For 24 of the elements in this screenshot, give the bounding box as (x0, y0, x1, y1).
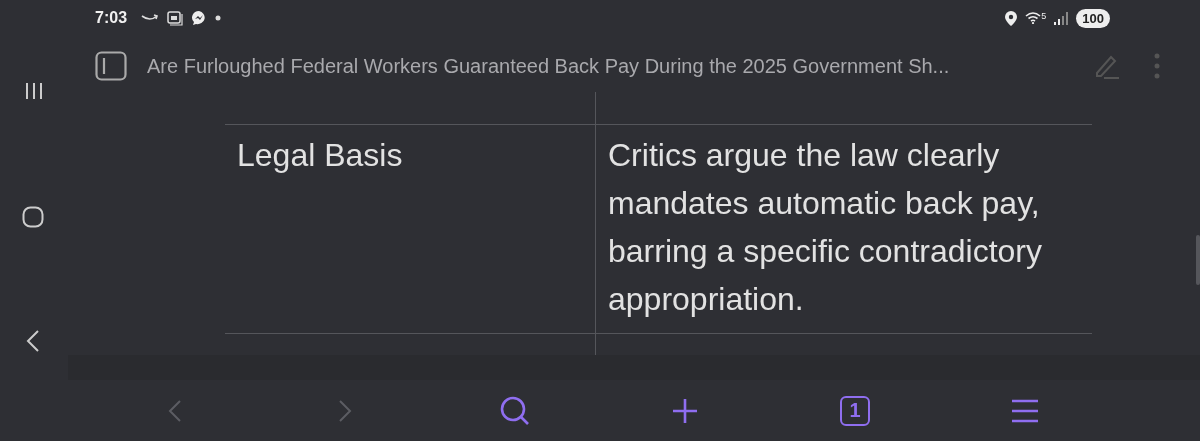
plus-icon (672, 397, 698, 424)
scrollbar[interactable] (1196, 235, 1200, 285)
page-title: Are Furloughed Federal Workers Guaranteed Back Pay During the 2025 Government Sh... (147, 54, 951, 78)
wifi-band-label: 5 (1041, 12, 1047, 21)
chevron-right-icon (338, 398, 352, 423)
dot-icon (215, 15, 222, 21)
chevron-left-icon (168, 398, 182, 423)
smile-arrow-icon (141, 14, 160, 22)
sidebar-toggle-icon[interactable] (95, 51, 127, 81)
tabs-button[interactable]: 1 (825, 387, 885, 434)
signal-icon (1054, 11, 1069, 25)
calendar-icon (167, 10, 184, 26)
search-icon (499, 394, 531, 427)
battery-level: 100 (1076, 8, 1110, 28)
wifi-icon (1025, 12, 1042, 24)
location-icon (1005, 10, 1018, 26)
clock: 7:03 (95, 9, 128, 27)
table-cell-text: Critics argue the law clearly mandates automatic back pay, barring a specific contradictory appropriation. (608, 137, 1042, 317)
chat-bubble-icon (191, 10, 208, 26)
menu-icon (1011, 398, 1039, 423)
home-icon[interactable] (22, 206, 44, 228)
back-icon[interactable] (26, 329, 40, 353)
recent-apps-icon[interactable] (24, 82, 44, 100)
table-cell-text: Legal Basis (237, 137, 403, 173)
